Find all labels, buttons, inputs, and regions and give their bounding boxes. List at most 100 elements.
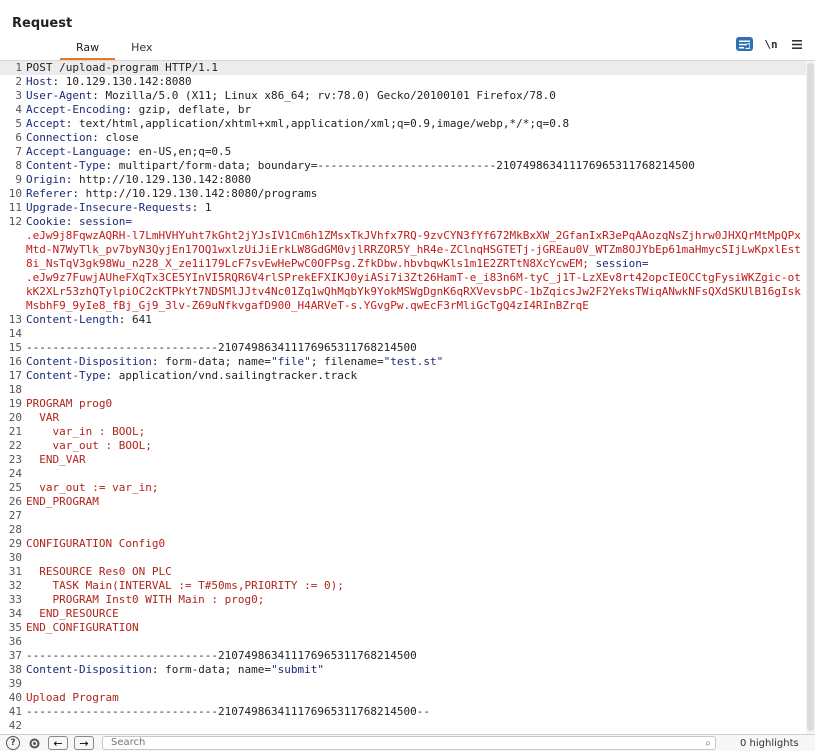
- code-line: 25 var_out := var_in;: [0, 481, 806, 495]
- code-line: 17 Content-Type: application/vnd.sailingt…: [0, 369, 806, 383]
- code-line: 38 Content-Disposition: form-data; name="…: [0, 663, 806, 677]
- next-match-button[interactable]: →: [74, 736, 94, 750]
- header-value: : 1: [191, 201, 212, 214]
- tab-hex[interactable]: Hex: [115, 38, 168, 60]
- line-content: PROGRAM Inst0 WITH Main : prog0;: [22, 593, 802, 607]
- header-value: : gzip, deflate, br: [125, 103, 252, 116]
- line-content: Cookie: session= .eJw9j8FqwzAQRH-l7LmHVH…: [22, 215, 802, 313]
- line-number: 7: [15, 145, 22, 158]
- line-content: [22, 635, 802, 649]
- cookie-value: .eJw9z7FuwjAUheFXqTx3CE5YInVI5RQR6V4rlSP…: [26, 271, 801, 312]
- request-editor[interactable]: 1 POST /upload-program HTTP/1.1 2 Host: 10.…: [0, 60, 815, 734]
- line-content: Referer: http://10.129.130.142:8080/prog…: [22, 187, 802, 201]
- line-number: 23: [8, 453, 22, 466]
- line-number: 10: [8, 187, 22, 200]
- code-line: 27: [0, 509, 806, 523]
- header-value: : form-data; name=: [151, 663, 272, 676]
- header-name: User-Agent: [26, 89, 93, 102]
- search-bar: ? ← → ⌕ 0 highlights: [0, 734, 815, 751]
- header-value: : 10.129.130.142:8080: [52, 75, 192, 88]
- code-line: 14: [0, 327, 806, 341]
- line-content: POST /upload-program HTTP/1.1: [22, 61, 802, 75]
- code-line: 16 Content-Disposition: form-data; name="…: [0, 355, 806, 369]
- previous-match-button[interactable]: ←: [48, 736, 68, 750]
- body-text: -----------------------------21074986341…: [26, 341, 417, 354]
- header-name: Accept-Language: [26, 145, 126, 158]
- search-input[interactable]: [111, 737, 691, 748]
- line-number: 3: [15, 89, 22, 102]
- code-line: 20 VAR: [0, 411, 806, 425]
- code-line: 5 Accept: text/html,application/xhtml+xml…: [0, 117, 806, 131]
- code-line: 13 Content-Length: 641: [0, 313, 806, 327]
- search-icon: ⌕: [705, 738, 711, 749]
- header-value: ; filename=: [310, 355, 384, 368]
- line-content: Upload Program: [22, 691, 802, 705]
- body-text: -----------------------------21074986341…: [26, 705, 430, 718]
- vertical-scrollbar[interactable]: [806, 61, 815, 734]
- header-value: :: [65, 215, 73, 228]
- line-content: Connection: close: [22, 131, 802, 145]
- line-number: 14: [8, 327, 22, 340]
- body-text: var_out : BOOL;: [26, 439, 152, 452]
- header-value: : application/vnd.sailingtracker.track: [105, 369, 358, 382]
- code-line: 29 CONFIGURATION Config0: [0, 537, 806, 551]
- show-newlines-button[interactable]: \n: [763, 37, 779, 51]
- body-text: CONFIGURATION Config0: [26, 537, 166, 550]
- line-content: [22, 509, 802, 523]
- line-content: var_out := var_in;: [22, 481, 802, 495]
- line-content: [22, 677, 802, 691]
- body-text: TASK Main(INTERVAL := T#50ms,PRIORITY :=…: [26, 579, 344, 592]
- header-name: Accept: [26, 117, 66, 130]
- panel-title: Request: [12, 16, 73, 31]
- code-line: 18: [0, 383, 806, 397]
- code-line: 15 -----------------------------210749863…: [0, 341, 806, 355]
- code-line: 9 Origin: http://10.129.130.142:8080: [0, 173, 806, 187]
- line-content: END_VAR: [22, 453, 802, 467]
- line-number: 4: [15, 103, 22, 116]
- gear-icon[interactable]: [26, 735, 42, 751]
- line-content: Content-Type: multipart/form-data; bound…: [22, 159, 802, 173]
- line-number: 36: [8, 635, 22, 648]
- code-line: 34 END_RESOURCE: [0, 607, 806, 621]
- tab-raw[interactable]: Raw: [60, 38, 116, 60]
- code-line: 26 END_PROGRAM: [0, 495, 806, 509]
- line-number: 6: [15, 131, 22, 144]
- cookie-value: .eJw9j8FqwzAQRH-l7LmHVHYuht7kGht2jYJsIV1…: [26, 229, 801, 270]
- line-number: 41: [8, 705, 22, 718]
- header-name: Accept-Encoding: [26, 103, 126, 116]
- line-content: VAR: [22, 411, 802, 425]
- line-number: 38: [8, 663, 22, 676]
- line-content: Content-Disposition: form-data; name="su…: [22, 663, 802, 677]
- quoted-value: "test.st": [383, 355, 444, 368]
- line-content: Content-Type: application/vnd.sailingtra…: [22, 369, 802, 383]
- scrollbar-thumb[interactable]: [807, 63, 814, 731]
- code-line: 6 Connection: close: [0, 131, 806, 145]
- line-number: 34: [8, 607, 22, 620]
- cookie-name: session=: [595, 257, 649, 270]
- line-number: 22: [8, 439, 22, 452]
- line-number: 30: [8, 551, 22, 564]
- line-number: 28: [8, 523, 22, 536]
- body-text: -----------------------------21074986341…: [26, 649, 417, 662]
- help-icon[interactable]: ?: [6, 736, 20, 750]
- hamburger-menu-icon[interactable]: [789, 37, 805, 51]
- line-content: Content-Disposition: form-data; name="fi…: [22, 355, 802, 369]
- code-line: 30: [0, 551, 806, 565]
- line-number: 27: [8, 509, 22, 522]
- line-content: END_CONFIGURATION: [22, 621, 802, 635]
- line-number: 18: [8, 383, 22, 396]
- line-content: Accept-Language: en-US,en;q=0.5: [22, 145, 802, 159]
- code-lines: 1 POST /upload-program HTTP/1.1 2 Host: 10.…: [0, 61, 806, 733]
- quoted-value: "file": [271, 355, 311, 368]
- header-name: Origin: [26, 173, 66, 186]
- pretty-print-icon[interactable]: [736, 37, 753, 51]
- code-line: 7 Accept-Language: en-US,en;q=0.5: [0, 145, 806, 159]
- body-text: VAR: [26, 411, 60, 424]
- line-content: Origin: http://10.129.130.142:8080: [22, 173, 802, 187]
- header-value: : http://10.129.130.142:8080/programs: [72, 187, 318, 200]
- header-value: : 641: [118, 313, 152, 326]
- header-name: Content-Disposition: [26, 663, 152, 676]
- line-number: 13: [8, 313, 22, 326]
- code-line: 10 Referer: http://10.129.130.142:8080/pr…: [0, 187, 806, 201]
- body-text: var_in : BOOL;: [26, 425, 146, 438]
